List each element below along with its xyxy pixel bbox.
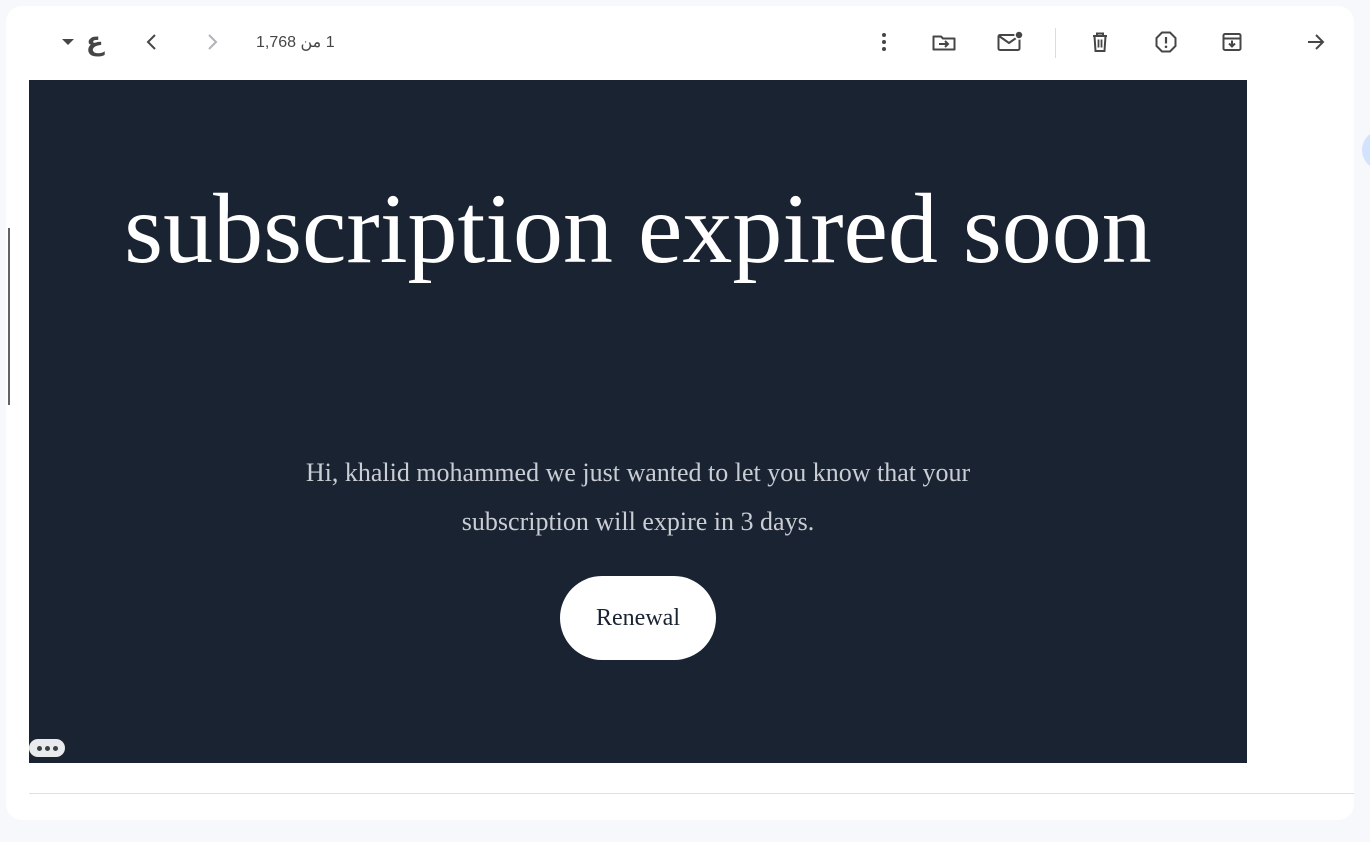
back-button[interactable]: [1296, 22, 1336, 62]
chevron-left-icon: [146, 34, 156, 50]
mark-unread-button[interactable]: [990, 22, 1030, 62]
older-message-button[interactable]: [132, 22, 172, 62]
trash-icon: [1093, 32, 1107, 52]
toolbar-divider: [1055, 28, 1056, 58]
report-icon: [1155, 31, 1177, 53]
delete-button[interactable]: [1080, 22, 1120, 62]
more-options-button[interactable]: [864, 22, 904, 62]
message-divider: [29, 793, 1354, 794]
archive-icon: [1222, 33, 1242, 51]
archive-button[interactable]: [1212, 22, 1252, 62]
scrollbar-thumb[interactable]: [8, 228, 10, 405]
newer-message-button[interactable]: [192, 22, 232, 62]
arabic-input-icon: ع: [86, 27, 104, 57]
message-toolbar: 1 من 1,768 ع: [6, 6, 1354, 78]
arrow-right-icon: [1308, 34, 1325, 50]
input-tools-dropdown[interactable]: ع: [58, 24, 114, 60]
show-trimmed-content-button[interactable]: [29, 739, 65, 757]
dot: [36, 745, 42, 751]
more-vert-icon: [882, 33, 886, 51]
renewal-button[interactable]: Renewal: [560, 576, 716, 660]
move-to-button[interactable]: [924, 22, 964, 62]
side-panel-avatar[interactable]: [1362, 130, 1370, 170]
dot: [44, 745, 50, 751]
email-headline: subscription expired soon: [124, 173, 1152, 284]
mail-unread-icon: [997, 30, 1024, 51]
pagination-counter: 1 من 1,768: [256, 34, 335, 51]
report-spam-button[interactable]: [1146, 22, 1186, 62]
chevron-right-icon: [208, 34, 218, 50]
email-view-card: 1 من 1,768 ع subscription expired soon H…: [6, 6, 1354, 820]
caret-down-icon: [62, 39, 74, 45]
email-message-body: subscription expired soon Hi, khalid moh…: [29, 80, 1247, 763]
folder-move-icon: [932, 35, 956, 51]
dot: [52, 745, 58, 751]
email-message-text: Hi, khalid mohammed we just wanted to le…: [305, 458, 971, 536]
